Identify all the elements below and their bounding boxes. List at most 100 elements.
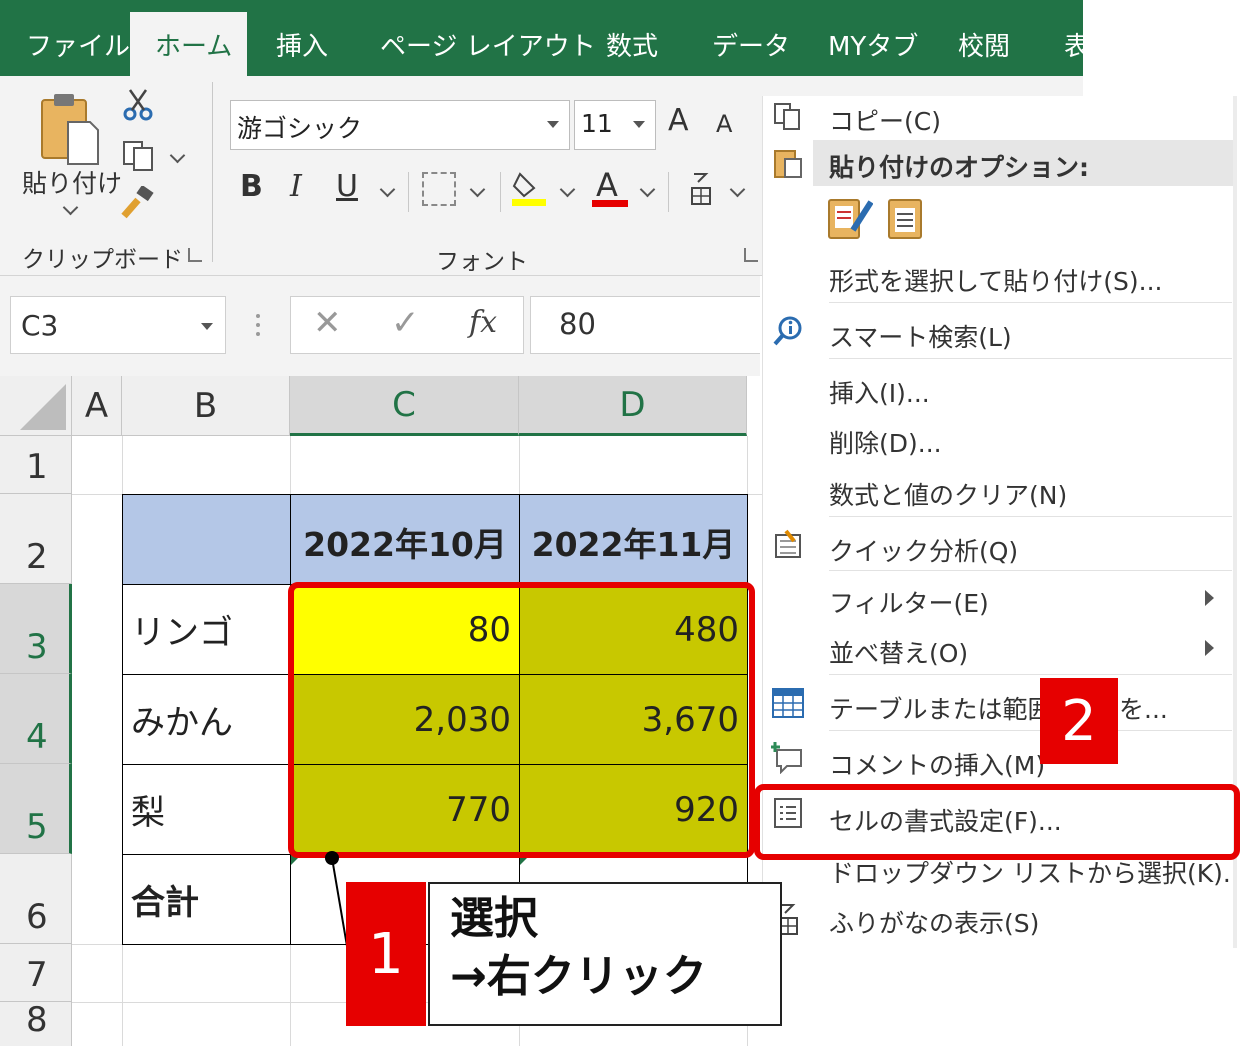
group-divider (500, 172, 501, 212)
font-name-select[interactable]: 游ゴシック (230, 100, 570, 150)
paste-icon[interactable] (38, 92, 100, 166)
copy-icon[interactable] (122, 140, 156, 172)
tab-home[interactable]: ホーム (130, 12, 247, 76)
quick-analysis-icon (771, 528, 805, 562)
row-header-6[interactable]: 6 (0, 854, 72, 944)
menu-item-table-tail[interactable]: を... (1119, 690, 1168, 726)
fill-color-dropdown-icon[interactable] (559, 181, 576, 198)
column-header-c[interactable]: C (290, 376, 519, 436)
bold-button[interactable]: B (240, 172, 263, 202)
borders-dropdown-icon[interactable] (469, 181, 486, 198)
paste-values-icon[interactable] (885, 196, 925, 242)
column-header-d[interactable]: D (519, 376, 747, 436)
font-size-value: 11 (581, 109, 613, 138)
selection-highlight (288, 582, 755, 858)
menu-separator (829, 674, 1232, 675)
menu-item-sort[interactable]: 並べ替え(O) (829, 634, 968, 670)
copy-icon (771, 100, 805, 134)
format-painter-icon[interactable] (120, 184, 156, 220)
row-header-2[interactable]: 2 (0, 494, 72, 584)
formula-bar: C3 ✕ ✓ fx 80 (0, 276, 760, 376)
tab-view[interactable]: 表 (1064, 26, 1090, 63)
header-cell-oct[interactable]: 2022年10月 (290, 494, 520, 585)
menu-item-copy[interactable]: コピー(C) (829, 102, 941, 138)
row-label-cell[interactable]: リンゴ (122, 584, 291, 675)
step-badge-1: 1 (346, 882, 426, 1026)
menu-item-filter[interactable]: フィルター(E) (829, 584, 989, 620)
row-header-5[interactable]: 5 (0, 764, 72, 854)
cancel-icon[interactable]: ✕ (313, 303, 342, 343)
tab-formulas[interactable]: 数式 (606, 26, 658, 63)
fill-color-icon[interactable] (510, 168, 548, 206)
menu-separator (829, 570, 1232, 571)
font-color-icon[interactable]: A (592, 166, 628, 208)
borders-icon[interactable] (422, 172, 456, 206)
underline-button[interactable]: U (336, 172, 358, 202)
total-label-cell[interactable]: 合計 (122, 854, 291, 945)
font-color-dropdown-icon[interactable] (639, 181, 656, 198)
name-box-value: C3 (21, 309, 59, 342)
font-launcher-icon[interactable] (744, 248, 758, 262)
select-all-button[interactable] (0, 376, 72, 436)
menu-item-clear[interactable]: 数式と値のクリア(N) (829, 476, 1067, 512)
group-divider (212, 82, 213, 262)
tab-insert[interactable]: 挿入 (276, 26, 328, 63)
step-badge-2: 2 (1040, 678, 1118, 764)
row-header-7[interactable]: 7 (0, 944, 72, 1002)
tab-review[interactable]: 校閲 (958, 26, 1010, 63)
formula-input[interactable]: 80 (530, 296, 760, 354)
menu-item-paste-special[interactable]: 形式を選択して貼り付け(S)... (829, 262, 1162, 298)
phonetic-dropdown-icon[interactable] (729, 181, 746, 198)
menu-separator (829, 730, 1232, 731)
name-box[interactable]: C3 (10, 296, 226, 354)
phonetic-guide-icon[interactable] (688, 170, 714, 206)
tab-file[interactable]: ファイル (26, 26, 130, 63)
comment-icon (771, 740, 805, 774)
menu-separator (829, 516, 1232, 517)
tab-data[interactable]: データ (712, 26, 790, 63)
font-size-select[interactable]: 11 (574, 100, 656, 150)
row-header-4[interactable]: 4 (0, 674, 72, 764)
tab-page-layout[interactable]: ページ レイアウト (380, 26, 596, 63)
menu-item-phonetic[interactable]: ふりがなの表示(S) (829, 904, 1039, 940)
insert-function-icon[interactable]: fx (469, 305, 497, 340)
header-cell-nov[interactable]: 2022年11月 (519, 494, 748, 585)
enter-icon[interactable]: ✓ (391, 303, 420, 343)
menu-item-smart-lookup[interactable]: スマート検索(L) (829, 318, 1012, 354)
menu-item-delete[interactable]: 削除(D)... (829, 424, 942, 460)
row-header-3[interactable]: 3 (0, 584, 72, 674)
submenu-arrow-icon (1205, 590, 1214, 606)
grow-font-icon[interactable]: A (668, 106, 689, 136)
column-header-b[interactable]: B (122, 376, 290, 436)
row-header-8[interactable]: 8 (0, 1000, 72, 1046)
menu-separator (829, 302, 1232, 303)
row-header-1[interactable]: 1 (0, 436, 72, 494)
menu-item-insert[interactable]: 挿入(I)... (829, 374, 930, 410)
tab-home-label: ホーム (155, 32, 233, 62)
instruction-callout: 選択 →右クリック (428, 882, 782, 1026)
clipboard-launcher-icon[interactable] (188, 248, 202, 262)
tab-my[interactable]: MYタブ (828, 26, 918, 63)
smart-lookup-icon (771, 314, 805, 348)
menu-item-insert-comment[interactable]: コメントの挿入(M) (829, 746, 1045, 782)
paste-button[interactable]: 貼り付け (22, 164, 122, 200)
underline-dropdown-icon[interactable] (379, 181, 396, 198)
row-label-cell[interactable]: みかん (122, 674, 291, 765)
paste-dropdown-icon[interactable] (62, 199, 79, 216)
ribbon-tab-bar: ファイル ホーム 挿入 ページ レイアウト 数式 データ MYタブ 校閲 表 (0, 0, 1090, 76)
format-cells-highlight (754, 784, 1240, 860)
formula-buttons: ✕ ✓ fx (290, 296, 524, 354)
menu-separator (829, 358, 1232, 359)
cut-icon[interactable] (122, 88, 154, 122)
copy-dropdown-icon[interactable] (169, 147, 186, 164)
column-header-a[interactable]: A (72, 376, 122, 436)
shrink-font-icon[interactable]: A (716, 112, 732, 136)
callout-line-2: →右クリック (450, 951, 707, 1002)
header-cell-blank[interactable] (122, 494, 291, 585)
row-label-cell[interactable]: 梨 (122, 764, 291, 855)
menu-item-quick-analysis[interactable]: クイック分析(Q) (829, 532, 1018, 568)
italic-button[interactable]: I (290, 172, 302, 202)
paste-formatting-icon[interactable] (827, 196, 874, 242)
splitter-handle[interactable] (256, 314, 260, 336)
table-icon (771, 686, 805, 720)
